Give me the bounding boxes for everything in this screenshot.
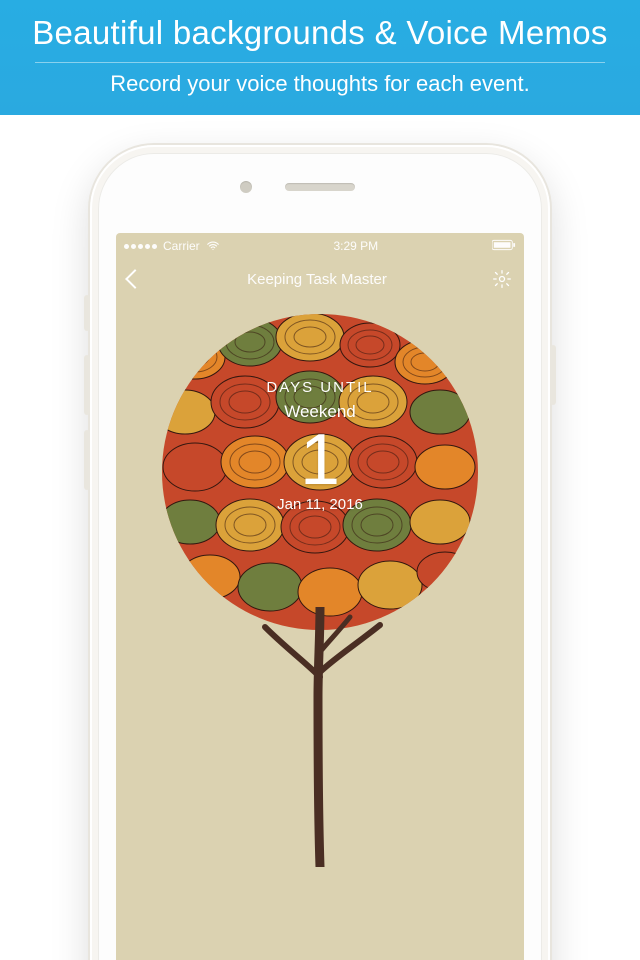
side-button bbox=[84, 295, 90, 331]
device-stage: Carrier 3:29 PM Keeping Task Master bbox=[0, 115, 640, 945]
promo-subline: Record your voice thoughts for each even… bbox=[10, 71, 630, 97]
countdown-block: DAYS UNTIL Weekend 1 Jan 11, 2016 bbox=[116, 379, 524, 513]
battery-icon bbox=[492, 239, 516, 254]
side-button bbox=[84, 430, 90, 490]
event-date: Jan 11, 2016 bbox=[116, 496, 524, 513]
settings-gear-icon[interactable] bbox=[492, 269, 512, 289]
promo-headline: Beautiful backgrounds & Voice Memos bbox=[10, 14, 630, 52]
status-bar: Carrier 3:29 PM bbox=[116, 233, 524, 259]
signal-icon bbox=[124, 244, 157, 249]
countdown-label: DAYS UNTIL bbox=[116, 379, 524, 396]
phone-frame: Carrier 3:29 PM Keeping Task Master bbox=[90, 145, 550, 960]
side-button bbox=[84, 355, 90, 415]
nav-bar: Keeping Task Master bbox=[116, 259, 524, 299]
status-time: 3:29 PM bbox=[333, 239, 378, 253]
days-remaining: 1 bbox=[116, 424, 524, 496]
event-name: Weekend bbox=[116, 402, 524, 422]
wifi-icon bbox=[206, 239, 220, 253]
phone-speaker bbox=[285, 183, 355, 191]
promo-banner: Beautiful backgrounds & Voice Memos Reco… bbox=[0, 0, 640, 115]
tree-trunk bbox=[240, 607, 400, 867]
side-button bbox=[550, 345, 556, 405]
banner-divider bbox=[35, 62, 605, 63]
content-area: DAYS UNTIL Weekend 1 Jan 11, 2016 bbox=[116, 299, 524, 960]
phone-camera bbox=[240, 181, 252, 193]
screen-title: Keeping Task Master bbox=[142, 271, 492, 288]
carrier-label: Carrier bbox=[163, 239, 200, 253]
screen: Carrier 3:29 PM Keeping Task Master bbox=[116, 233, 524, 960]
